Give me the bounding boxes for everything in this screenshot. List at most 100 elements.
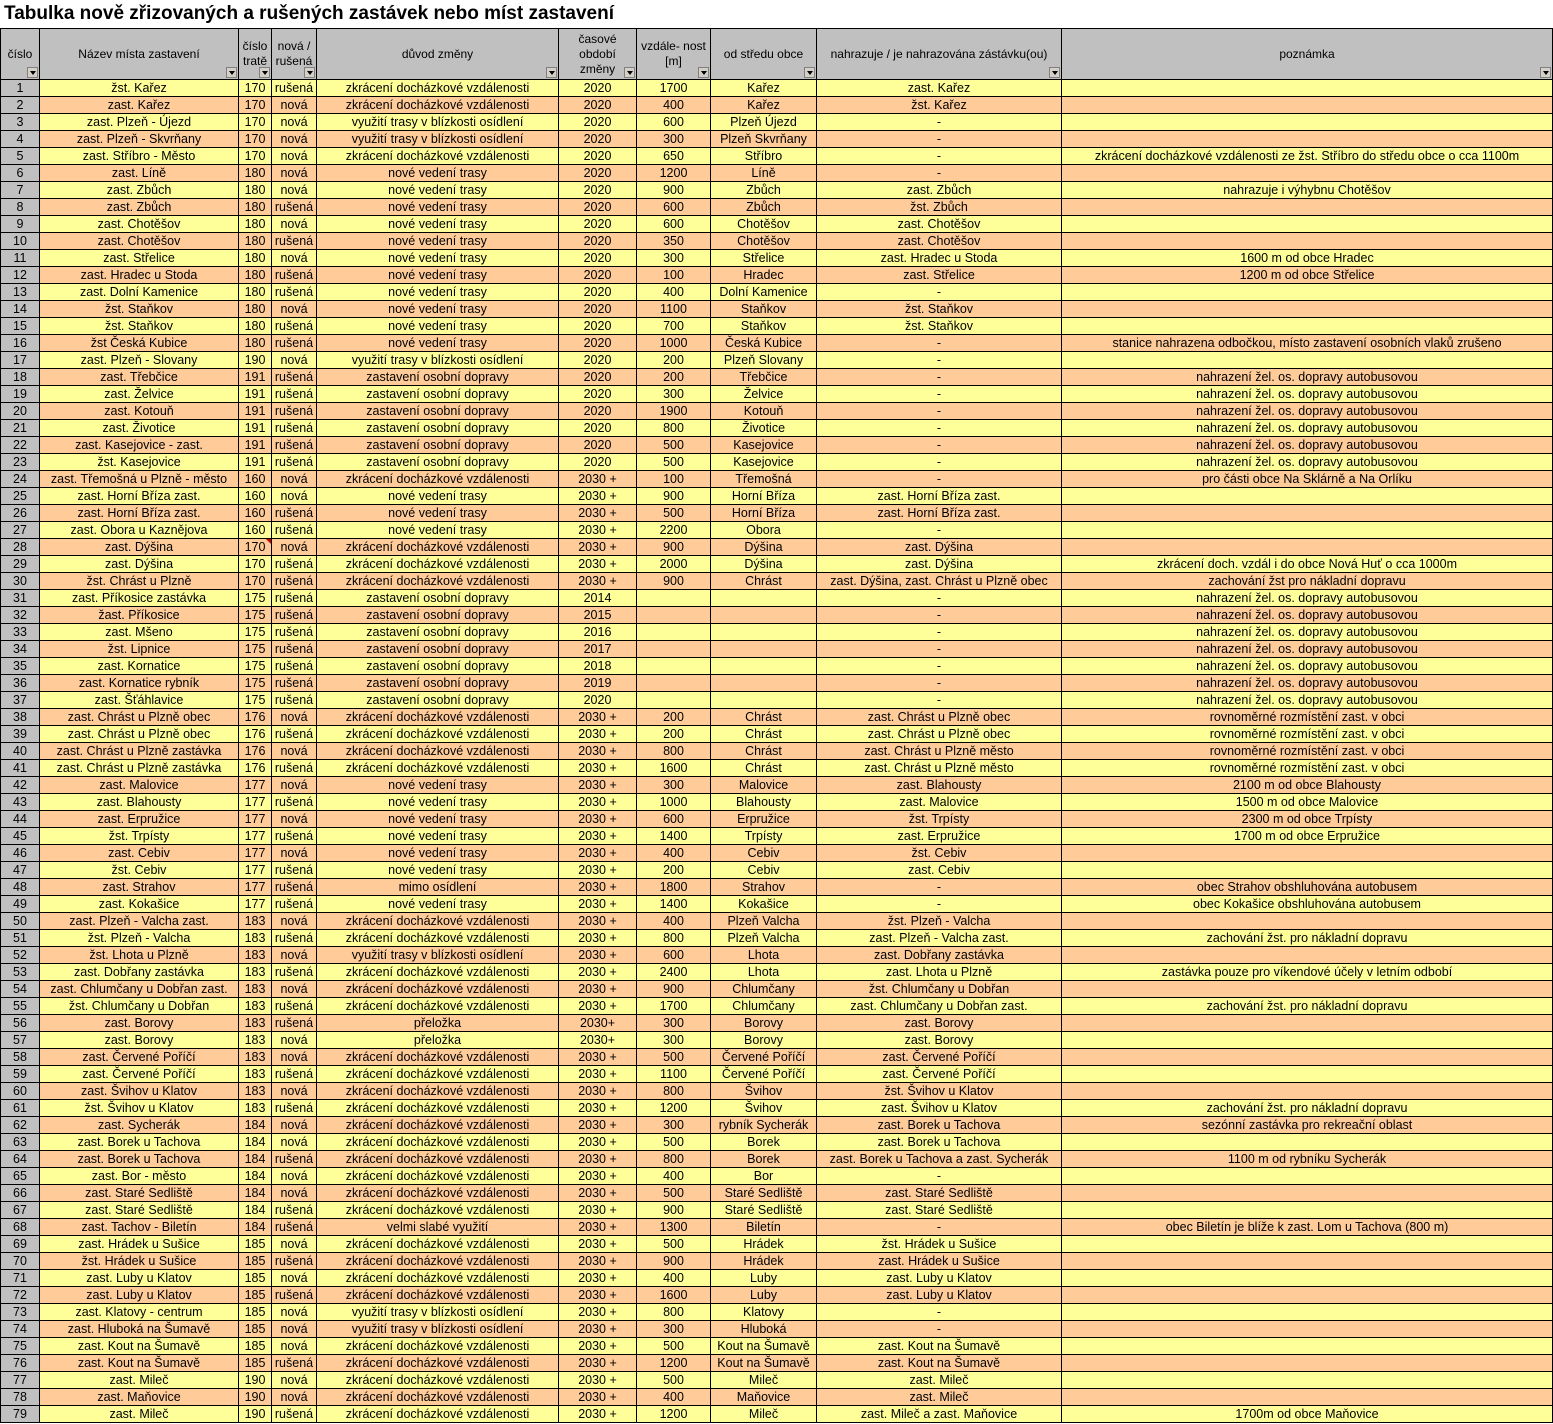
cell-trat[interactable]: 184 bbox=[238, 1184, 272, 1202]
cell-trat[interactable]: 183 bbox=[238, 1031, 272, 1049]
cell-cislo[interactable]: 3 bbox=[0, 113, 40, 131]
filter-dropdown-icon[interactable] bbox=[27, 67, 38, 78]
cell-trat[interactable]: 176 bbox=[238, 708, 272, 726]
cell-trat[interactable]: 185 bbox=[238, 1269, 272, 1287]
cell-vzdalenost[interactable]: 400 bbox=[636, 1269, 711, 1287]
cell-obdobi[interactable]: 2030 + bbox=[558, 980, 637, 998]
cell-duvod[interactable]: nové vedení trasy bbox=[316, 300, 559, 318]
cell-poznamka[interactable]: zachování žst. pro nákladní dopravu bbox=[1061, 1099, 1553, 1117]
cell-obdobi[interactable]: 2030 + bbox=[558, 878, 637, 896]
cell-od-stredu[interactable]: Klatovy bbox=[710, 1303, 817, 1321]
cell-poznamka[interactable] bbox=[1061, 1252, 1553, 1270]
cell-obdobi[interactable]: 2020 bbox=[558, 385, 637, 403]
cell-poznamka[interactable]: 2100 m od obce Blahousty bbox=[1061, 776, 1553, 794]
cell-duvod[interactable]: zastavení osobní dopravy bbox=[316, 419, 559, 437]
cell-nazev[interactable]: zast. Želvice bbox=[39, 385, 239, 403]
cell-nova-rusena[interactable]: rušená bbox=[271, 793, 317, 811]
cell-trat[interactable]: 183 bbox=[238, 1048, 272, 1066]
cell-obdobi[interactable]: 2030 + bbox=[558, 844, 637, 862]
cell-vzdalenost[interactable]: 900 bbox=[636, 538, 711, 556]
cell-nahrazuje[interactable]: zast. Luby u Klatov bbox=[816, 1286, 1062, 1304]
cell-poznamka[interactable]: nahrazení žel. os. dopravy autobusovou bbox=[1061, 589, 1553, 607]
cell-nova-rusena[interactable]: rušená bbox=[271, 1286, 317, 1304]
cell-od-stredu[interactable]: Chrást bbox=[710, 725, 817, 743]
cell-duvod[interactable]: zastavení osobní dopravy bbox=[316, 589, 559, 607]
cell-vzdalenost[interactable]: 300 bbox=[636, 1014, 711, 1032]
cell-cislo[interactable]: 53 bbox=[0, 963, 40, 981]
cell-nahrazuje[interactable]: zast. Staré Sedliště bbox=[816, 1201, 1062, 1219]
cell-duvod[interactable]: zkrácení docházkové vzdálenosti bbox=[316, 1354, 559, 1372]
cell-nova-rusena[interactable]: nová bbox=[271, 1133, 317, 1151]
cell-nahrazuje[interactable]: zast. Dýšina bbox=[816, 538, 1062, 556]
cell-nazev[interactable]: zast. Líně bbox=[39, 164, 239, 182]
cell-od-stredu[interactable]: Kasejovice bbox=[710, 436, 817, 454]
cell-nova-rusena[interactable]: nová bbox=[271, 1048, 317, 1066]
cell-nazev[interactable]: zast. Životice bbox=[39, 419, 239, 437]
cell-nova-rusena[interactable]: nová bbox=[271, 1303, 317, 1321]
cell-cislo[interactable]: 31 bbox=[0, 589, 40, 607]
cell-vzdalenost[interactable]: 350 bbox=[636, 232, 711, 250]
cell-nazev[interactable]: zast. Zbůch bbox=[39, 198, 239, 216]
cell-nahrazuje[interactable]: zast. Plzeň - Valcha zast. bbox=[816, 929, 1062, 947]
cell-nahrazuje[interactable]: - bbox=[816, 657, 1062, 675]
cell-duvod[interactable]: zkrácení docházkové vzdálenosti bbox=[316, 1116, 559, 1134]
cell-poznamka[interactable]: zkrácení doch. vzdál i do obce Nová Huť … bbox=[1061, 555, 1553, 573]
cell-poznamka[interactable] bbox=[1061, 1320, 1553, 1338]
cell-obdobi[interactable]: 2030+ bbox=[558, 1031, 637, 1049]
cell-trat[interactable]: 185 bbox=[238, 1286, 272, 1304]
cell-poznamka[interactable] bbox=[1061, 198, 1553, 216]
cell-trat[interactable]: 183 bbox=[238, 912, 272, 930]
cell-cislo[interactable]: 39 bbox=[0, 725, 40, 743]
cell-vzdalenost[interactable]: 600 bbox=[636, 198, 711, 216]
cell-vzdalenost[interactable]: 300 bbox=[636, 1116, 711, 1134]
filter-dropdown-icon[interactable] bbox=[1049, 67, 1060, 78]
cell-od-stredu[interactable]: Biletín bbox=[710, 1218, 817, 1236]
cell-cislo[interactable]: 40 bbox=[0, 742, 40, 760]
cell-nazev[interactable]: zast. Stříbro - Město bbox=[39, 147, 239, 165]
cell-nazev[interactable]: zast. Příkosice zastávka bbox=[39, 589, 239, 607]
cell-nova-rusena[interactable]: nová bbox=[271, 164, 317, 182]
cell-cislo[interactable]: 9 bbox=[0, 215, 40, 233]
cell-od-stredu[interactable]: Střelice bbox=[710, 249, 817, 267]
filter-dropdown-icon[interactable] bbox=[804, 67, 815, 78]
cell-trat[interactable]: 175 bbox=[238, 657, 272, 675]
cell-duvod[interactable]: zkrácení docházkové vzdálenosti bbox=[316, 147, 559, 165]
cell-nazev[interactable]: zast. Třebčice bbox=[39, 368, 239, 386]
cell-duvod[interactable]: zkrácení docházkové vzdálenosti bbox=[316, 96, 559, 114]
cell-od-stredu[interactable] bbox=[710, 606, 817, 624]
cell-duvod[interactable]: zkrácení docházkové vzdálenosti bbox=[316, 1337, 559, 1355]
cell-nazev[interactable]: zast. Kout na Šumavě bbox=[39, 1337, 239, 1355]
cell-trat[interactable]: 191 bbox=[238, 436, 272, 454]
cell-trat[interactable]: 191 bbox=[238, 368, 272, 386]
cell-trat[interactable]: 183 bbox=[238, 1065, 272, 1083]
cell-nahrazuje[interactable]: - bbox=[816, 589, 1062, 607]
cell-cislo[interactable]: 72 bbox=[0, 1286, 40, 1304]
cell-duvod[interactable]: zkrácení docházkové vzdálenosti bbox=[316, 1201, 559, 1219]
cell-poznamka[interactable] bbox=[1061, 1354, 1553, 1372]
cell-vzdalenost[interactable]: 2400 bbox=[636, 963, 711, 981]
cell-nahrazuje[interactable]: zast. Chlumčany u Dobřan zast. bbox=[816, 997, 1062, 1015]
cell-vzdalenost[interactable]: 1200 bbox=[636, 1405, 711, 1423]
cell-obdobi[interactable]: 2020 bbox=[558, 113, 637, 131]
cell-cislo[interactable]: 71 bbox=[0, 1269, 40, 1287]
cell-nova-rusena[interactable]: nová bbox=[271, 215, 317, 233]
cell-duvod[interactable]: nové vedení trasy bbox=[316, 861, 559, 879]
cell-vzdalenost[interactable]: 1300 bbox=[636, 1218, 711, 1236]
cell-nahrazuje[interactable]: zast. Erpružice bbox=[816, 827, 1062, 845]
cell-nova-rusena[interactable]: rušená bbox=[271, 1405, 317, 1423]
cell-duvod[interactable]: zkrácení docházkové vzdálenosti bbox=[316, 572, 559, 590]
cell-vzdalenost[interactable]: 100 bbox=[636, 266, 711, 284]
cell-nahrazuje[interactable]: - bbox=[816, 895, 1062, 913]
cell-nazev[interactable]: zast. Dolní Kamenice bbox=[39, 283, 239, 301]
cell-poznamka[interactable]: pro části obce Na Sklárně a Na Orlíku bbox=[1061, 470, 1553, 488]
cell-obdobi[interactable]: 2020 bbox=[558, 232, 637, 250]
cell-duvod[interactable]: nové vedení trasy bbox=[316, 198, 559, 216]
cell-duvod[interactable]: zkrácení docházkové vzdálenosti bbox=[316, 980, 559, 998]
cell-od-stredu[interactable]: Erpružice bbox=[710, 810, 817, 828]
cell-obdobi[interactable]: 2020 bbox=[558, 691, 637, 709]
cell-nova-rusena[interactable]: rušená bbox=[271, 419, 317, 437]
cell-vzdalenost[interactable]: 1700 bbox=[636, 997, 711, 1015]
cell-trat[interactable]: 190 bbox=[238, 1388, 272, 1406]
cell-duvod[interactable]: zastavení osobní dopravy bbox=[316, 691, 559, 709]
cell-cislo[interactable]: 23 bbox=[0, 453, 40, 471]
